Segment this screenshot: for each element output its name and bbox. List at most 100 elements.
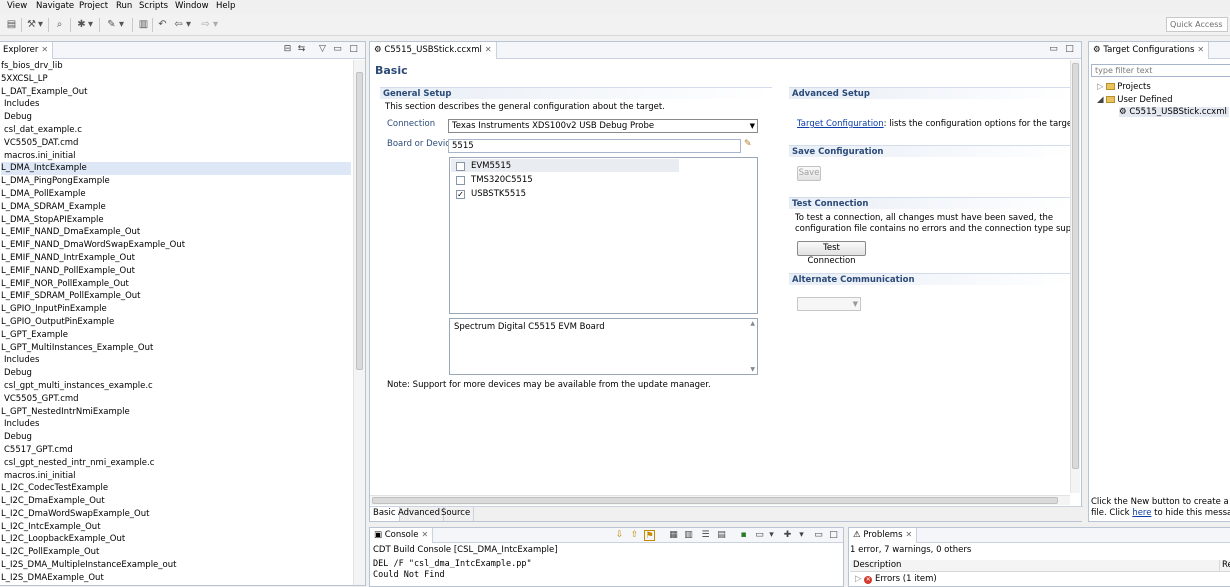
target-configuration-link[interactable]: Target Configuration — [797, 119, 884, 129]
tree-item[interactable]: L_I2C_IntcExample_Out — [1, 521, 351, 534]
tree-item[interactable]: Includes — [1, 418, 351, 431]
device-name[interactable]: TMS320C5515 — [471, 175, 533, 185]
previous-annotation-icon[interactable]: ⇧ — [629, 530, 640, 541]
device-checkbox[interactable] — [456, 162, 465, 171]
tree-item[interactable]: L_I2C_LoopbackExample_Out — [1, 533, 351, 546]
hide-message-link[interactable]: here — [1132, 508, 1151, 518]
tree-item[interactable]: VC5505_DAT.cmd — [1, 137, 351, 150]
tab-ccxml-file[interactable]: ⚙ C5515_USBStick.ccxml ✕ — [370, 42, 497, 59]
tree-item[interactable]: L_EMIF_NAND_DmaWordSwapExample_Out — [1, 239, 351, 252]
save-all-icon[interactable]: ▤ — [5, 18, 18, 31]
open-console-icon[interactable]: ▪ — [738, 530, 749, 541]
tree-item[interactable]: csl_gpt_multi_instances_example.c — [1, 380, 351, 393]
maximize-icon[interactable]: □ — [828, 530, 839, 541]
scrollbar-thumb[interactable] — [356, 72, 363, 370]
show-on-output-icon[interactable]: ▤ — [716, 530, 727, 541]
view-menu-icon[interactable]: ▽ — [317, 44, 328, 55]
tab-explorer[interactable]: Explorer ✕ — [0, 42, 54, 59]
scroll-down-icon[interactable]: ▼ — [750, 366, 755, 373]
tree-item[interactable]: macros.ini_initial — [1, 470, 351, 483]
tree-item[interactable]: VC5505_GPT.cmd — [1, 393, 351, 406]
back-arrow-icon[interactable]: ⇦ — [172, 18, 185, 31]
next-annotation-icon[interactable]: ⇩ — [614, 530, 625, 541]
chevron-down-icon[interactable]: ▾ — [37, 18, 44, 31]
tree-item[interactable]: L_EMIF_SDRAM_PollExample_Out — [1, 290, 351, 303]
link-editor-icon[interactable]: ⇆ — [296, 44, 307, 55]
tree-item[interactable]: csl_dat_example.c — [1, 124, 351, 137]
scroll-lock-icon[interactable]: ▥ — [683, 530, 694, 541]
clear-edit-icon[interactable]: ✎ — [744, 139, 752, 149]
tree-item[interactable]: 5XXCSL_LP — [1, 73, 351, 86]
menu-help[interactable]: Help — [216, 1, 235, 11]
connection-select[interactable]: Texas Instruments XDS100v2 USB Debug Pro… — [448, 119, 758, 133]
tree-item[interactable]: L_I2C_PollExample_Out — [1, 546, 351, 559]
menu-run[interactable]: Run — [116, 1, 132, 11]
tree-item[interactable]: L_GPIO_InputPinExample — [1, 303, 351, 316]
explorer-scrollbar[interactable] — [353, 60, 365, 585]
tree-item[interactable]: L_I2C_DmaExample_Out — [1, 495, 351, 508]
filter-input[interactable]: type filter text — [1091, 64, 1230, 77]
tree-item[interactable]: L_GPIO_OutputPinExample — [1, 316, 351, 329]
close-icon[interactable]: ✕ — [41, 45, 48, 54]
expand-icon[interactable]: ▷ — [1097, 82, 1104, 92]
column-description[interactable]: Description — [853, 560, 901, 571]
column-resource[interactable]: Re — [1219, 560, 1230, 571]
tree-item[interactable]: L_I2C_CodecTestExample — [1, 482, 351, 495]
forward-arrow-icon[interactable]: ⇨ — [199, 18, 212, 31]
search-icon[interactable]: ⌕ — [53, 18, 66, 31]
scrollbar-thumb[interactable] — [1072, 63, 1079, 469]
tree-item[interactable]: L_EMIF_NAND_IntrExample_Out — [1, 252, 351, 265]
chevron-down-icon[interactable]: ▾ — [212, 18, 219, 31]
new-console-icon[interactable]: ✚ — [782, 530, 793, 541]
minimize-icon[interactable]: ▭ — [332, 44, 343, 55]
display-console-icon[interactable]: ▭ — [754, 530, 765, 541]
tree-item[interactable]: L_DMA_IntcExample — [1, 162, 351, 176]
tab-console[interactable]: ▣ Console ✕ — [370, 528, 434, 543]
alternate-communication-select[interactable]: ▼ — [797, 297, 861, 311]
device-checkbox[interactable]: ✓ — [456, 190, 465, 199]
tree-item[interactable]: L_I2S_DMA_MultipleInstanceExample_out — [1, 559, 351, 572]
menu-window[interactable]: Window — [175, 1, 209, 11]
layout-icon[interactable]: ▥ — [137, 18, 150, 31]
tree-item[interactable]: L_GPT_Example — [1, 329, 351, 342]
tree-item[interactable]: fs_bios_drv_lib — [1, 60, 351, 73]
tree-item[interactable]: L_GPT_MultiInstances_Example_Out — [1, 342, 351, 355]
tree-item[interactable]: csl_gpt_nested_intr_nmi_example.c — [1, 457, 351, 470]
tree-item[interactable]: Includes — [1, 98, 351, 111]
minimize-icon[interactable]: ▭ — [813, 530, 824, 541]
tree-item[interactable]: Includes — [1, 354, 351, 367]
scrollbar-thumb[interactable] — [372, 497, 1058, 504]
device-name[interactable]: USBSTK5515 — [471, 189, 526, 199]
tree-item-projects[interactable]: ▷ Projects — [1097, 82, 1151, 92]
chevron-down-icon[interactable]: ▾ — [796, 530, 807, 541]
tree-item[interactable]: L_DMA_SDRAM_Example — [1, 201, 351, 214]
tree-item[interactable]: L_I2S_DMAExample_Out — [1, 572, 351, 585]
tree-item[interactable]: L_EMIF_NAND_PollExample_Out — [1, 265, 351, 278]
tree-item[interactable]: macros.ini_initial — [1, 150, 351, 163]
collapse-icon[interactable]: ◢ — [1097, 95, 1104, 105]
editor-scrollbar-vertical[interactable] — [1070, 60, 1080, 493]
collapse-all-icon[interactable]: ⊟ — [282, 44, 293, 55]
test-connection-button[interactable]: Test Connection — [797, 241, 866, 266]
tree-item[interactable]: L_DAT_Example_Out — [1, 86, 351, 99]
tree-item[interactable]: Debug — [1, 431, 351, 444]
tree-item-ccxml[interactable]: ⚙ C5515_USBStick.ccxml — [1119, 107, 1229, 117]
maximize-icon[interactable]: □ — [1064, 44, 1075, 55]
save-button[interactable]: Save — [797, 166, 821, 181]
chevron-down-icon[interactable]: ▾ — [185, 18, 192, 31]
tree-item[interactable]: C5517_GPT.cmd — [1, 444, 351, 457]
chevron-down-icon[interactable]: ▾ — [87, 18, 94, 31]
menu-view[interactable]: View — [7, 1, 27, 11]
flash-icon[interactable]: ✎ — [105, 18, 118, 31]
close-icon[interactable]: ✕ — [485, 45, 492, 54]
close-icon[interactable]: ✕ — [906, 530, 913, 539]
tab-source[interactable]: Source — [438, 507, 475, 521]
device-name[interactable]: EVM5515 — [471, 161, 511, 171]
clear-console-icon[interactable]: ▦ — [668, 530, 679, 541]
device-checkbox[interactable] — [456, 176, 465, 185]
tree-item[interactable]: L_GPT_NestedIntrNmiExample — [1, 406, 351, 419]
tree-item[interactable]: L_EMIF_NAND_DmaExample_Out — [1, 226, 351, 239]
close-icon[interactable]: ✕ — [421, 530, 428, 539]
tab-target-configurations[interactable]: ⚙ Target Configurations ✕ — [1089, 42, 1210, 59]
expand-icon[interactable]: ▷ — [855, 574, 862, 584]
